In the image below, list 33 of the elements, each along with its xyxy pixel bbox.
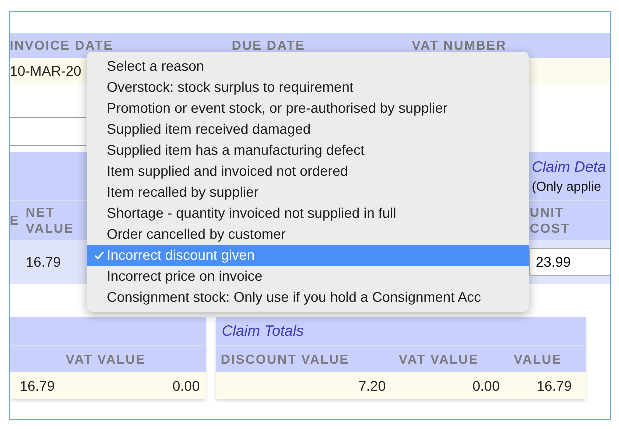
- menu-option[interactable]: Shortage - quantity invoiced not supplied in full: [87, 203, 529, 224]
- menu-option[interactable]: Supplied item has a manufacturing defect: [87, 140, 529, 161]
- column-label: VAT NUMBER: [412, 38, 508, 53]
- column-label: UNIT COST: [530, 204, 572, 236]
- table-cell-text: 16.79: [18, 378, 55, 394]
- table-cell-text: 7.20: [358, 378, 386, 394]
- section-title: Claim Totals: [222, 322, 304, 340]
- menu-option[interactable]: Promotion or event stock, or pre-authorised by supplier: [87, 98, 529, 119]
- column-label: VAT VALUE: [399, 352, 480, 366]
- menu-option[interactable]: Item recalled by supplier: [87, 182, 529, 203]
- menu-option[interactable]: Consignment stock: Only use if you hold a Consignment Acc: [87, 287, 529, 308]
- column-label: DISCOUNT VALUE: [221, 352, 351, 366]
- column-label: NET VALUE: [26, 204, 76, 236]
- unit-cost-field[interactable]: 23.99: [529, 248, 610, 276]
- checkmark-icon: [94, 250, 105, 261]
- invoice-date-value: 10-MAR-20: [10, 63, 82, 79]
- section-title: Claim Deta: [532, 158, 608, 176]
- menu-option[interactable]: Supplied item received damaged: [87, 119, 529, 140]
- menu-option[interactable]: Incorrect price on invoice: [87, 266, 529, 287]
- column-label: VAT VALUE: [66, 352, 146, 366]
- table-cell: 16.79: [26, 254, 62, 270]
- menu-option[interactable]: Order cancelled by customer: [87, 224, 529, 245]
- menu-option[interactable]: Overstock: stock surplus to requirement: [87, 77, 529, 98]
- table-cell-text: 0.00: [472, 378, 500, 394]
- menu-option[interactable]: Select a reason: [87, 56, 529, 77]
- table-cell-text: 16.79: [536, 378, 572, 394]
- column-label: INVOICE DATE: [10, 38, 114, 53]
- section-note: (Only applie: [532, 178, 602, 194]
- table-cell-text: 0.00: [172, 378, 200, 394]
- column-label: VALUE: [514, 352, 562, 366]
- column-label: DUE DATE: [232, 38, 306, 53]
- column-label: E: [10, 213, 21, 228]
- menu-option[interactable]: Item supplied and invoiced not ordered: [87, 161, 529, 182]
